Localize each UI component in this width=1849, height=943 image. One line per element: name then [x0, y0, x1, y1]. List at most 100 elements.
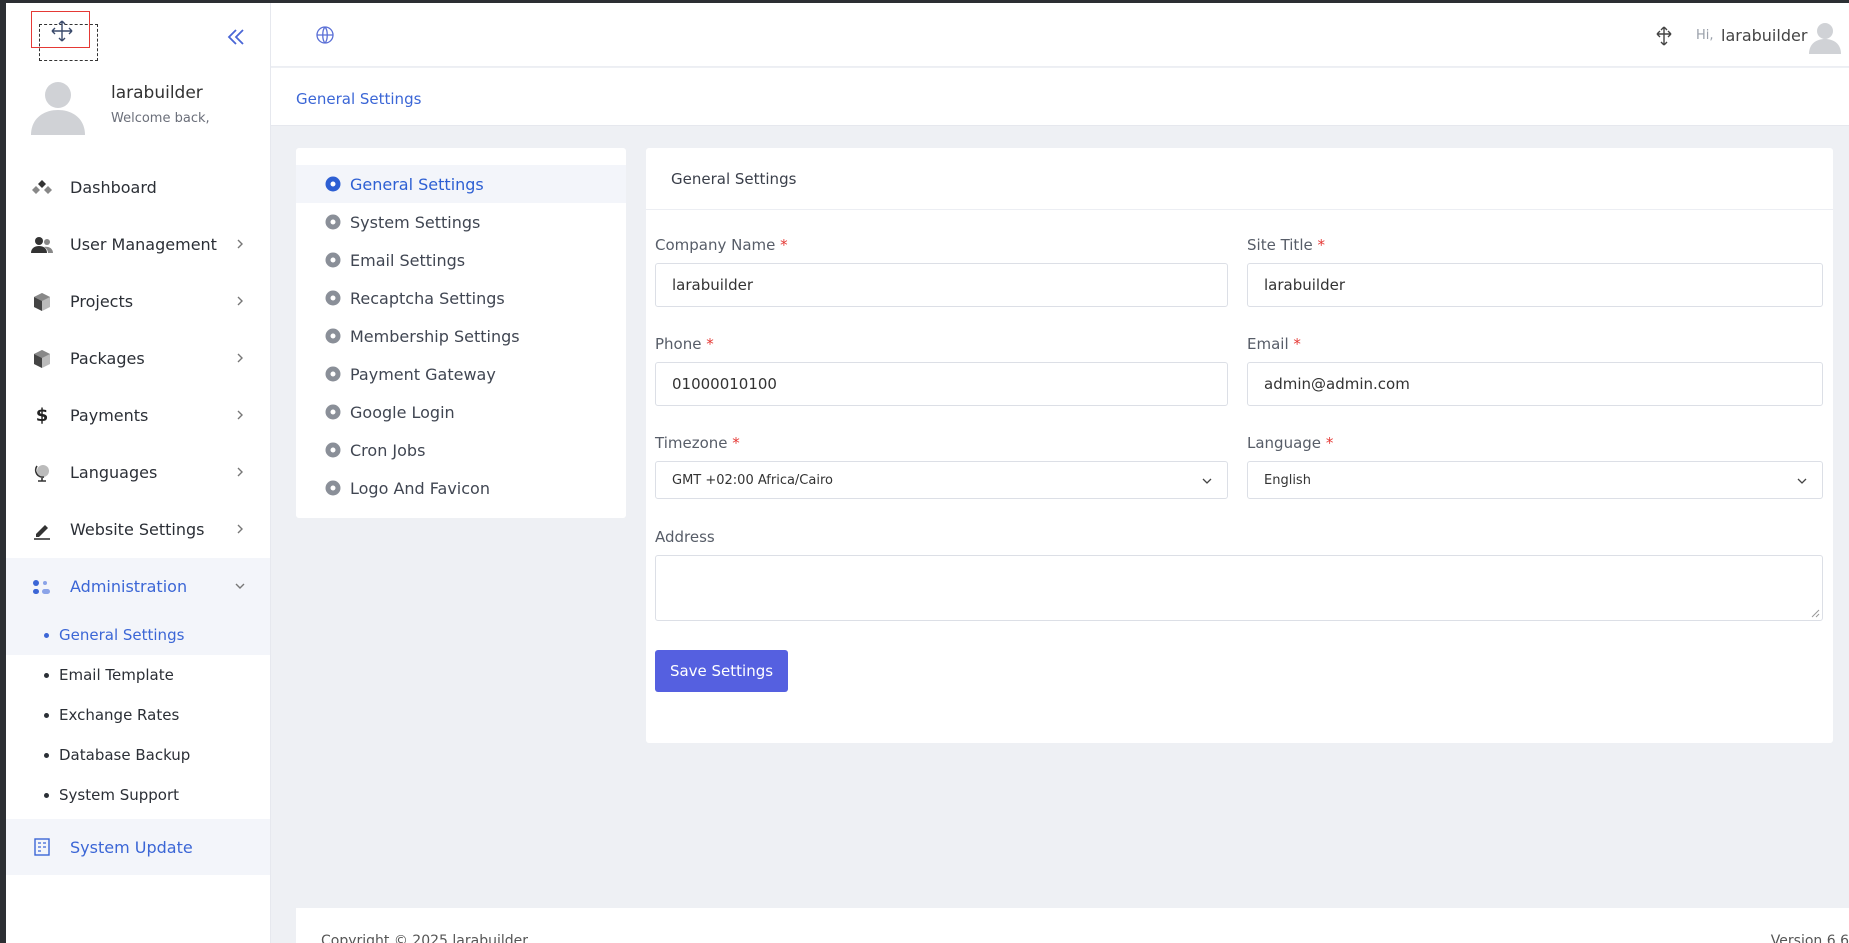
- sidebar-item-packages[interactable]: Packages: [6, 330, 270, 387]
- footer-copyright: Copyright © 2025 larabuilder: [321, 933, 528, 943]
- settings-menu-cron-jobs[interactable]: Cron Jobs: [296, 431, 626, 469]
- top-header: Hi, larabuilder: [271, 3, 1849, 67]
- footer: Copyright © 2025 larabuilder Version 6.6: [296, 908, 1849, 943]
- timezone-select[interactable]: GMT +02:00 Africa/Cairo: [655, 461, 1228, 499]
- sidebar-item-label: Languages: [70, 463, 158, 482]
- move-icon: [51, 20, 73, 42]
- site-title-group: Site Title * larabuilder: [1247, 236, 1823, 307]
- app-window: larabuilder Welcome back, Dashboard User…: [6, 3, 1849, 943]
- settings-menu-logo-favicon[interactable]: Logo And Favicon: [296, 469, 626, 507]
- header-username[interactable]: larabuilder: [1721, 26, 1807, 45]
- pen-icon: [30, 518, 54, 542]
- chevron-down-icon: [1202, 478, 1212, 484]
- general-settings-form: General Settings Company Name * larabuil…: [646, 148, 1833, 743]
- sidebar-item-label: Dashboard: [70, 178, 157, 197]
- users-icon: [30, 233, 54, 257]
- sidebar: larabuilder Welcome back, Dashboard User…: [6, 3, 271, 943]
- language-value: English: [1264, 472, 1311, 488]
- sidebar-subitem-system-support[interactable]: System Support: [6, 775, 270, 815]
- sidebar-item-label: Website Settings: [70, 520, 205, 539]
- sidebar-item-dashboard[interactable]: Dashboard: [6, 159, 270, 216]
- sidebar-subitem-label: Email Template: [59, 666, 174, 684]
- collapse-sidebar-icon[interactable]: [224, 25, 248, 49]
- settings-menu-label: Logo And Favicon: [350, 478, 490, 498]
- form-title: General Settings: [646, 148, 1833, 210]
- save-settings-button[interactable]: Save Settings: [655, 650, 788, 692]
- move-icon[interactable]: [1653, 25, 1675, 47]
- gear-icon: [325, 480, 341, 496]
- phone-group: Phone * 01000010100: [655, 335, 1228, 406]
- gear-icon: [325, 404, 341, 420]
- header-greeting: Hi,: [1696, 28, 1714, 43]
- admin-icon: [30, 575, 54, 599]
- sidebar-subitem-database-backup[interactable]: Database Backup: [6, 735, 270, 775]
- footer-version: Version 6.6: [1770, 933, 1849, 943]
- sidebar-item-user-management[interactable]: User Management: [6, 216, 270, 273]
- sidebar-item-payments[interactable]: $ Payments: [6, 387, 270, 444]
- dashboard-icon: [30, 176, 54, 200]
- language-label: Language *: [1247, 434, 1334, 452]
- company-name-group: Company Name * larabuilder: [655, 236, 1228, 307]
- sidebar-top: [6, 3, 270, 69]
- chevron-right-icon: [237, 296, 243, 306]
- sidebar-item-website-settings[interactable]: Website Settings: [6, 501, 270, 558]
- settings-menu-label: System Settings: [350, 212, 481, 232]
- phone-input[interactable]: 01000010100: [655, 362, 1228, 406]
- cube-icon: [30, 290, 54, 314]
- update-icon: [30, 835, 54, 859]
- breadcrumb-item[interactable]: General Settings: [296, 90, 421, 108]
- address-textarea[interactable]: [655, 555, 1823, 621]
- sidebar-subitem-exchange-rates[interactable]: Exchange Rates: [6, 695, 270, 735]
- email-label: Email *: [1247, 335, 1301, 353]
- resize-grip-icon[interactable]: [1810, 608, 1820, 618]
- settings-menu-google-login[interactable]: Google Login: [296, 393, 626, 431]
- sidebar-nav: Dashboard User Management Projects Packa…: [6, 159, 270, 615]
- globe-icon[interactable]: [315, 25, 335, 45]
- language-select[interactable]: English: [1247, 461, 1823, 499]
- sidebar-subitem-label: General Settings: [59, 626, 185, 644]
- site-title-label: Site Title *: [1247, 236, 1325, 254]
- sidebar-user-subtitle: Welcome back,: [111, 111, 210, 126]
- sidebar-subitem-general-settings[interactable]: General Settings: [6, 615, 270, 655]
- chevron-down-icon: [1797, 478, 1807, 484]
- settings-menu-general[interactable]: General Settings: [296, 165, 626, 203]
- chevron-right-icon: [237, 524, 243, 534]
- timezone-value: GMT +02:00 Africa/Cairo: [672, 472, 833, 488]
- sidebar-subitem-label: Database Backup: [59, 746, 191, 764]
- settings-menu-label: Payment Gateway: [350, 364, 496, 384]
- sidebar-item-system-update[interactable]: System Update: [6, 819, 270, 875]
- avatar[interactable]: [1808, 20, 1842, 54]
- settings-menu-payment-gateway[interactable]: Payment Gateway: [296, 355, 626, 393]
- chevron-right-icon: [237, 239, 243, 249]
- settings-menu-membership[interactable]: Membership Settings: [296, 317, 626, 355]
- sidebar-subitem-email-template[interactable]: Email Template: [6, 655, 270, 695]
- settings-menu-recaptcha[interactable]: Recaptcha Settings: [296, 279, 626, 317]
- sidebar-item-label: Administration: [70, 577, 188, 596]
- chevron-right-icon: [237, 410, 243, 420]
- settings-menu-system[interactable]: System Settings: [296, 203, 626, 241]
- globe-icon: [30, 461, 54, 485]
- settings-menu-label: Google Login: [350, 402, 455, 422]
- settings-menu-email[interactable]: Email Settings: [296, 241, 626, 279]
- settings-menu-label: General Settings: [350, 174, 484, 194]
- gear-icon: [325, 366, 341, 382]
- sidebar-item-languages[interactable]: Languages: [6, 444, 270, 501]
- bullet-icon: [44, 752, 49, 758]
- sidebar-user: larabuilder Welcome back,: [6, 69, 270, 159]
- bullet-icon: [44, 672, 49, 678]
- bullet-icon: [44, 792, 49, 798]
- chevron-right-icon: [237, 353, 243, 363]
- sidebar-item-label: Projects: [70, 292, 134, 311]
- sidebar-item-projects[interactable]: Projects: [6, 273, 270, 330]
- company-name-input[interactable]: larabuilder: [655, 263, 1228, 307]
- settings-menu: General Settings System Settings Email S…: [296, 148, 626, 518]
- sidebar-subitem-label: Exchange Rates: [59, 706, 180, 724]
- email-group: Email * admin@admin.com: [1247, 335, 1823, 406]
- site-title-input[interactable]: larabuilder: [1247, 263, 1823, 307]
- chevron-right-icon: [237, 467, 243, 477]
- sidebar-item-label: Packages: [70, 349, 145, 368]
- sidebar-item-administration[interactable]: Administration: [6, 558, 270, 615]
- settings-menu-label: Email Settings: [350, 250, 466, 270]
- dollar-icon: $: [35, 405, 49, 426]
- email-field[interactable]: admin@admin.com: [1247, 362, 1823, 406]
